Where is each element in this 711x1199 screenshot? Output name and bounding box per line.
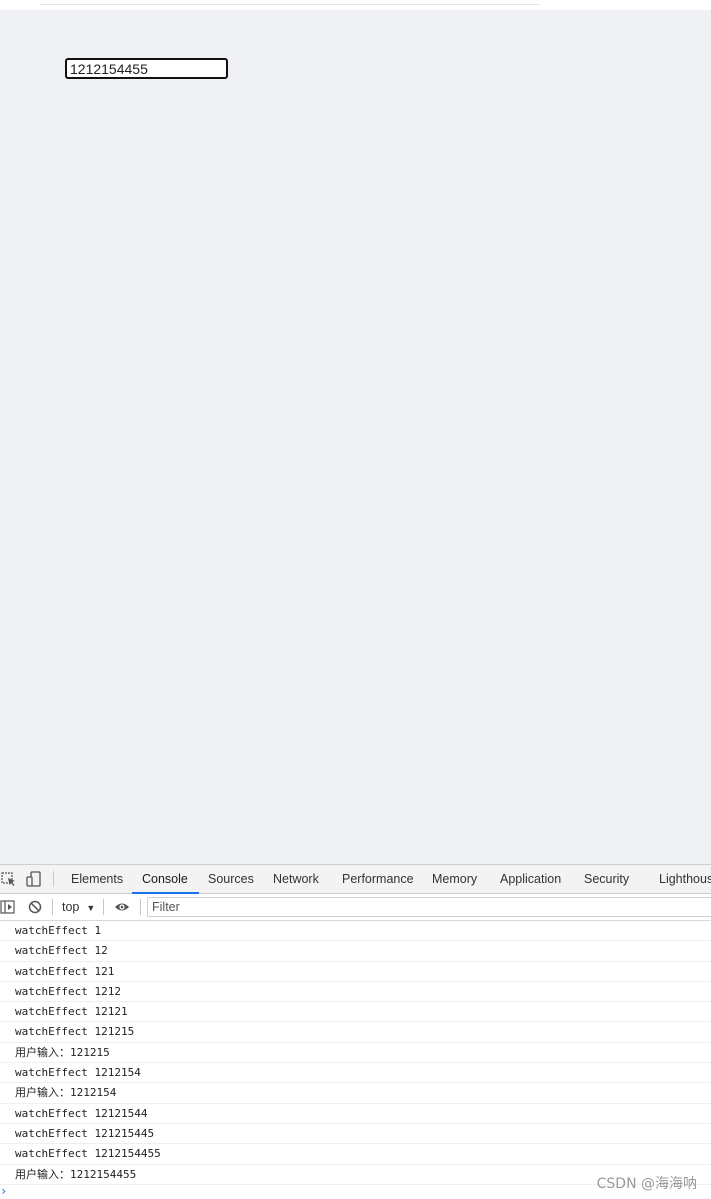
text-input[interactable] — [65, 58, 228, 79]
console-message: 用户输入：1212154 — [0, 1083, 711, 1104]
tab-application[interactable]: Application — [500, 865, 561, 893]
console-message: 用户输入：121215 — [0, 1043, 711, 1064]
browser-top-strip — [0, 0, 711, 10]
console-filter-input[interactable] — [147, 897, 711, 917]
tab-security[interactable]: Security — [584, 865, 629, 893]
tab-network[interactable]: Network — [273, 865, 319, 893]
devtools-panel: Elements Console Sources Network Perform… — [0, 864, 711, 1199]
console-prompt[interactable]: › — [0, 1184, 7, 1198]
console-message: watchEffect 1212 — [0, 982, 711, 1003]
console-message: watchEffect 1212154 — [0, 1063, 711, 1084]
inspect-element-icon[interactable] — [1, 871, 17, 887]
console-filterbar: top ▼ — [0, 894, 711, 921]
sidebar-toggle-icon[interactable] — [0, 899, 16, 915]
tab-memory[interactable]: Memory — [432, 865, 477, 893]
tab-console[interactable]: Console — [132, 865, 199, 894]
console-message: watchEffect 12121 — [0, 1002, 711, 1023]
console-message: watchEffect 1 — [0, 921, 711, 942]
live-expression-eye-icon[interactable] — [114, 899, 130, 915]
filterbar-separator — [103, 899, 104, 915]
console-message: watchEffect 1212154455 — [0, 1144, 711, 1165]
console-message: watchEffect 121 — [0, 962, 711, 982]
filterbar-separator — [52, 899, 53, 915]
top-divider — [40, 4, 540, 5]
console-message: watchEffect 12 — [0, 941, 711, 962]
context-label: top — [62, 900, 80, 914]
console-messages: watchEffect 1 watchEffect 12 watchEffect… — [0, 921, 711, 1185]
console-message: watchEffect 121215445 — [0, 1124, 711, 1145]
page-viewport — [0, 10, 711, 864]
console-message: watchEffect 121215 — [0, 1022, 711, 1043]
tab-performance[interactable]: Performance — [342, 865, 414, 893]
devtools-tabbar: Elements Console Sources Network Perform… — [0, 865, 711, 894]
device-toolbar-icon[interactable] — [26, 871, 42, 887]
caret-down-icon: ▼ — [86, 903, 96, 913]
tab-lighthouse[interactable]: Lighthouse — [659, 865, 711, 893]
filterbar-separator — [140, 899, 141, 915]
tab-elements[interactable]: Elements — [71, 865, 123, 893]
context-selector[interactable]: top ▼ — [62, 898, 95, 916]
tab-sources[interactable]: Sources — [208, 865, 254, 893]
console-message: watchEffect 12121544 — [0, 1104, 711, 1124]
toolbar-separator — [53, 871, 54, 887]
clear-console-icon[interactable] — [27, 899, 43, 915]
watermark: CSDN @海海呐 — [596, 1176, 697, 1192]
